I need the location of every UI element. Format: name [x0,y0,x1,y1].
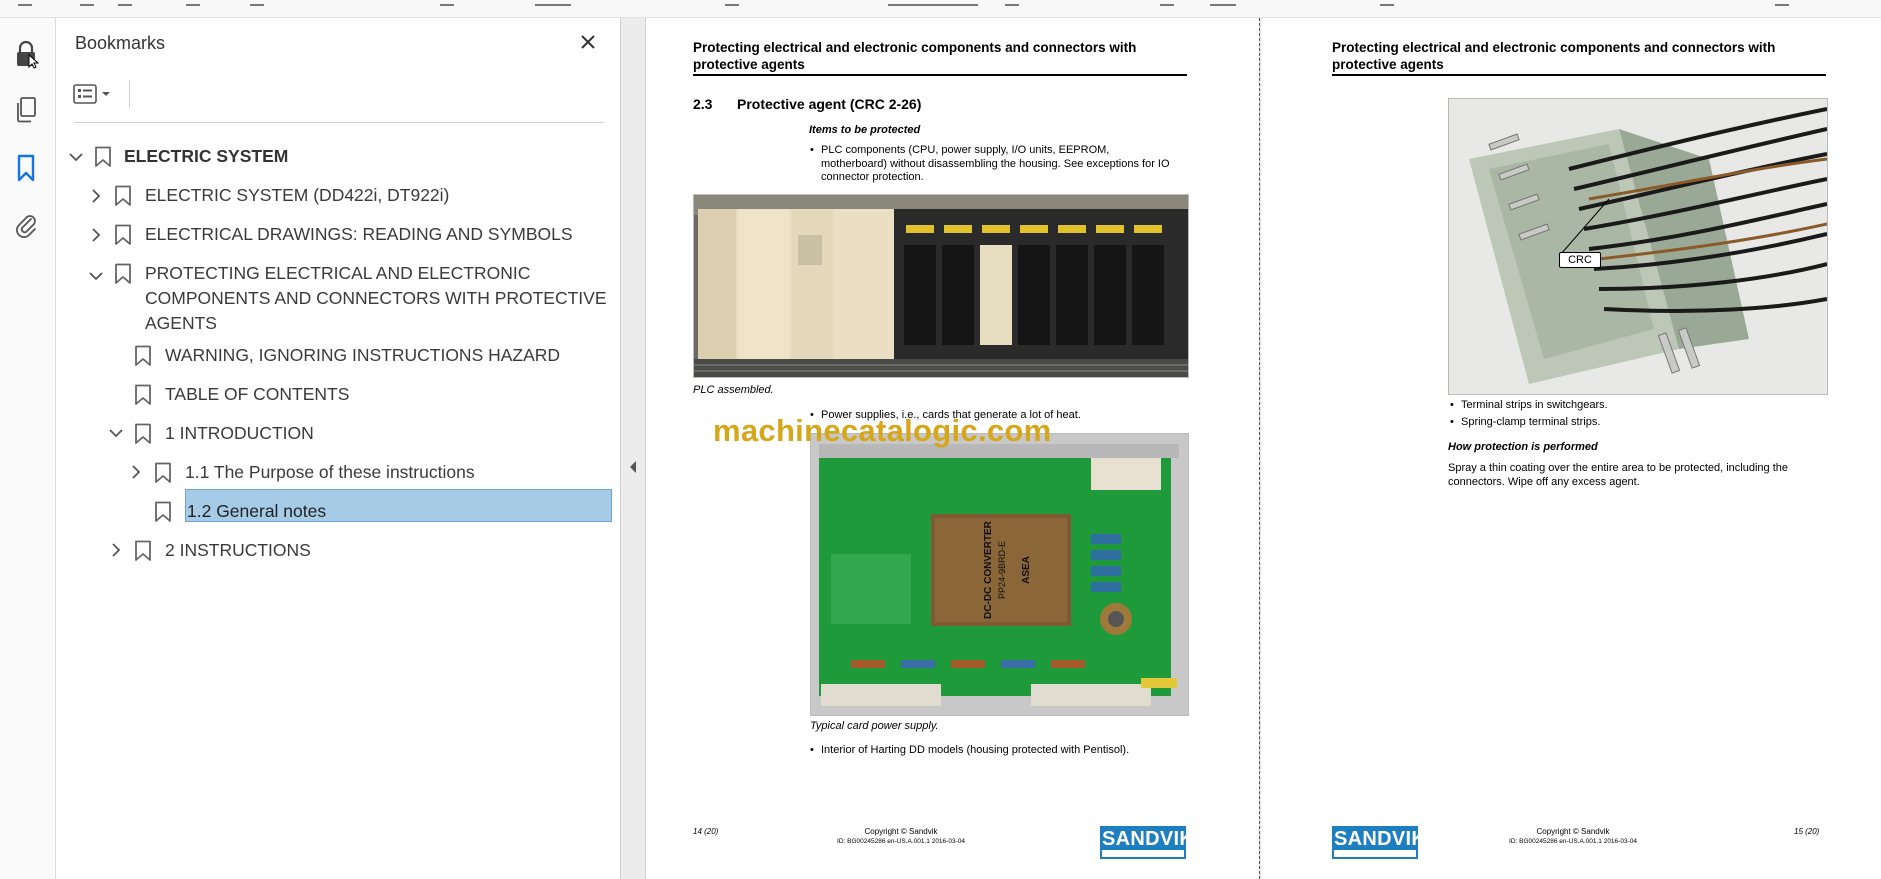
connector-photo: CRC [1448,98,1828,395]
bullet-text: connector protection. [821,171,924,183]
lock-icon[interactable] [10,38,42,70]
bookmark-general-notes[interactable]: 1.2 General notes [187,499,326,524]
how-heading: How protection is performed [1448,441,1598,453]
chevron-right-icon[interactable] [127,463,145,481]
zoom-field[interactable] [888,0,978,6]
bookmark-table-of-contents[interactable]: TABLE OF CONTENTS [165,382,349,407]
print-icon[interactable] [118,0,132,6]
tool-rail [0,18,56,879]
copyright: Copyright © Sandvik [1536,827,1610,836]
highlight-icon[interactable] [1160,0,1174,6]
section-title: Protective agent (CRC 2-26) [737,96,922,112]
panel-title: Bookmarks [75,33,166,53]
page-number: 14 (20) [693,827,719,836]
page-header-line1: Protecting electrical and electronic com… [693,40,1137,55]
crc-callout: CRC [1559,252,1601,268]
page-divider [1259,18,1260,879]
page-number-field[interactable] [535,0,571,6]
collapse-panel-icon[interactable] [627,459,639,475]
cursor-icon[interactable] [725,0,739,6]
up-icon[interactable] [440,0,454,6]
bookmark-icon [115,263,131,284]
chevron-right-icon[interactable] [87,226,105,244]
bookmark-protecting-line3[interactable]: AGENTS [145,311,217,336]
header-rule [1332,74,1826,76]
section-number: 2.3 [693,96,713,112]
bookmark-icon [115,185,131,206]
bookmark-icon [155,501,171,522]
power-supply-card-photo: DC-DC CONVERTER PP24-9BRD-E ASEA [810,433,1189,716]
doc-id: ID: BG00245286 en-US.A.001.1 2016-03-04 [837,838,965,845]
search-icon[interactable] [250,0,264,6]
menu-icon[interactable] [18,0,32,6]
bookmarks-panel: Bookmarks ELECTRIC SYSTEM ELECTRIC SYSTE… [56,18,621,879]
bookmark-electric-system-dd422i[interactable]: ELECTRIC SYSTEM (DD422i, DT922i) [145,183,449,208]
bookmark-purpose[interactable]: 1.1 The Purpose of these instructions [185,460,475,485]
page-number: 15 (20) [1794,827,1820,836]
star-icon[interactable] [80,0,94,6]
bookmark-protecting-line2[interactable]: COMPONENTS AND CONNECTORS WITH PROTECTIV… [145,286,607,311]
divider [74,122,604,123]
chevron-right-icon[interactable] [87,187,105,205]
bookmark-electrical-drawings[interactable]: ELECTRICAL DRAWINGS: READING AND SYMBOLS [145,222,573,247]
bullet-text: PLC components (CPU, power supply, I/O u… [810,144,1109,158]
sandvik-logo: SANDVIK [1332,826,1426,859]
page-header-line1: Protecting electrical and electronic com… [1332,40,1776,55]
bullet-text: Terminal strips in switchgears. [1450,399,1608,413]
comment-icon[interactable] [1210,0,1236,6]
bookmark-icon [135,345,151,366]
list-options-icon[interactable] [73,80,119,108]
bookmark-icon [135,384,151,405]
bookmark-icon [95,146,111,167]
caption-plc: PLC assembled. [693,384,774,396]
chip-part-text: PP24-9BRD-E [997,541,1007,599]
more-icon[interactable] [1775,0,1789,6]
plc-photo [693,194,1189,378]
chip-model-text: DC-DC CONVERTER [983,520,994,619]
attachment-icon[interactable] [10,208,42,240]
doc-id: ID: BG00245286 en-US.A.001.1 2016-03-04 [1509,838,1637,845]
page-header-line2: protective agents [693,57,805,72]
bookmark-instructions[interactable]: 2 INSTRUCTIONS [165,538,311,563]
bookmark-warning[interactable]: WARNING, IGNORING INSTRUCTIONS HAZARD [165,343,560,368]
bookmark-protecting-line1[interactable]: PROTECTING ELECTRICAL AND ELECTRONIC [145,261,530,286]
chevron-down-icon [102,92,110,96]
page-header-line2: protective agents [1332,57,1444,72]
fit-icon[interactable] [1005,0,1019,6]
bullet-text: motherboard) without disassembling the h… [821,158,1170,170]
divider [129,80,130,108]
body-text: connectors. Wipe off any excess agent. [1448,476,1640,488]
copyright: Copyright © Sandvik [864,827,938,836]
close-icon[interactable] [574,28,602,56]
caption-power-supply: Typical card power supply. [810,720,939,732]
bookmark-electric-system[interactable]: ELECTRIC SYSTEM [124,144,288,169]
bullet-text: Interior of Harting DD models (housing p… [810,744,1129,758]
header-rule [693,74,1187,76]
panel-splitter[interactable] [621,18,646,879]
bookmark-icon [155,462,171,483]
chip-brand-text: ASEA [1021,556,1032,584]
bookmark-introduction[interactable]: 1 INTRODUCTION [165,421,314,446]
chevron-down-icon[interactable] [67,148,85,166]
watermark-text: machinecatalogic.com [713,413,1052,448]
body-text: Spray a thin coating over the entire are… [1448,462,1788,474]
chevron-down-icon[interactable] [107,424,125,442]
top-toolbar [0,0,1881,18]
chevron-right-icon[interactable] [107,541,125,559]
pages-icon[interactable] [10,94,42,126]
bullet-text: Spring-clamp terminal strips. [1450,416,1600,430]
bookmark-icon[interactable] [10,152,42,184]
bookmark-icon [135,540,151,561]
bookmark-icon [135,423,151,444]
chevron-down-icon[interactable] [87,267,105,285]
email-icon[interactable] [186,0,200,6]
sandvik-logo: SANDVIK [1100,826,1194,859]
share-icon[interactable] [1380,0,1394,6]
page-15: Protecting electrical and electronic com… [1261,18,1881,879]
bookmark-icon [115,224,131,245]
items-heading: Items to be protected [809,124,921,136]
